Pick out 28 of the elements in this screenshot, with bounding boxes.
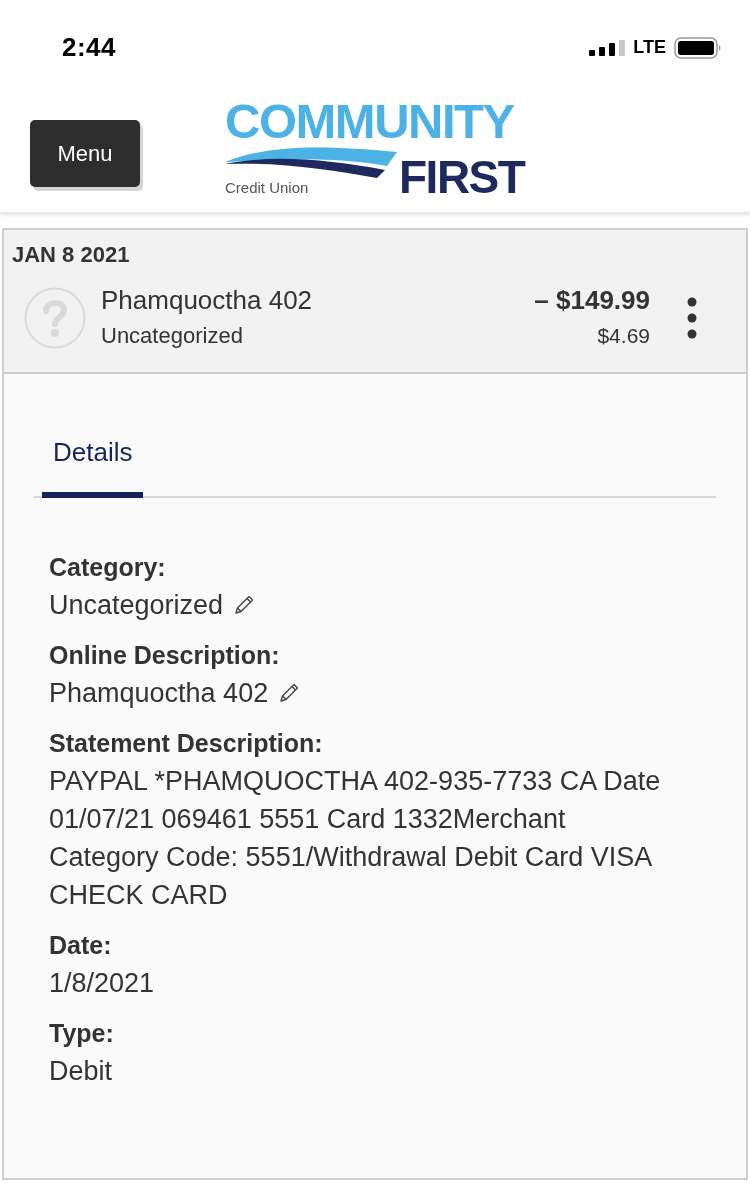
battery-icon [674, 36, 722, 59]
transaction-amount: – $149.99 [534, 284, 650, 317]
transaction-card[interactable]: JAN 8 2021 Phamquoctha 402 Uncategorized – $149.99 $4.69 [2, 228, 748, 374]
field-value: Uncategorized [49, 589, 224, 622]
details-tab[interactable]: Details [42, 408, 144, 498]
logo-wordmark: COMMUNITY [225, 99, 515, 142]
transaction-category: Uncategorized [101, 322, 244, 350]
logo-tagline: Credit Union [225, 179, 309, 196]
transaction-date: JAN 8 2021 [12, 241, 131, 269]
transaction-name: Phamquoctha 402 [101, 284, 314, 317]
balance-amount: $4.69 [596, 323, 650, 349]
question-circle-icon [24, 287, 86, 349]
logo-wordmark: FIRST [399, 157, 525, 196]
field-value: Debit [49, 1055, 113, 1088]
field-label: Category: [49, 552, 167, 583]
signal-icon [589, 39, 626, 56]
pencil-icon[interactable] [233, 594, 256, 616]
field-value: PAYPAL *PHAMQUOCTHA 402-935-7733 CA Date 01/07/21 069461 5551 Card 1332Merchant Category Code: 5551/Withdrawal Debit Card VISA CHECK CARD [49, 765, 662, 912]
field-value: 1/8/2021 [49, 967, 155, 1000]
field-value: Phamquoctha 402 [49, 677, 269, 710]
network-label: LTE [633, 36, 666, 59]
field-label: Online Description: [49, 640, 281, 671]
more-options-icon[interactable] [686, 297, 698, 339]
field-label: Statement Description: [49, 728, 324, 759]
field-label: Type: [49, 1018, 115, 1049]
pencil-icon[interactable] [278, 682, 301, 704]
status-time: 2:44 [62, 31, 117, 64]
field-label: Date: [49, 930, 113, 961]
